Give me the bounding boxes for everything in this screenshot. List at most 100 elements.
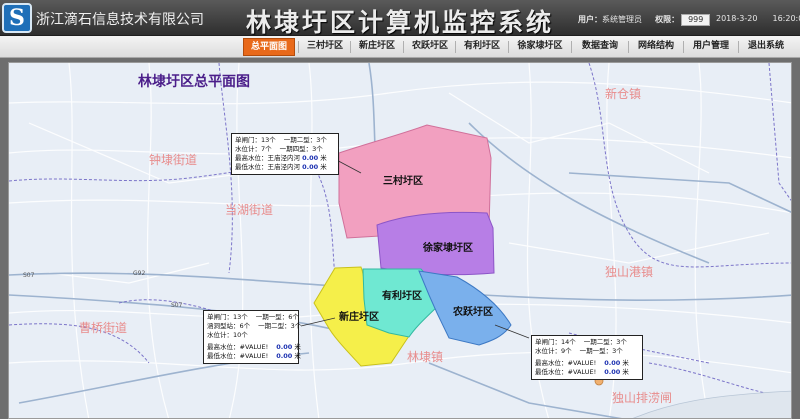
road-s07: S07 (23, 272, 35, 279)
info-row: 最高水位：#VALUE! 0.00 米 (207, 343, 301, 352)
place-dushangang: 独山港镇 (605, 265, 654, 279)
nav-divider (455, 41, 456, 53)
info-box-xinzhuang: 单闸门：13个 一期一型：6个 涵洞型站：6个 一期二型：3个 水位计：10个 最高… (203, 310, 301, 364)
min-level-error: #VALUE! (567, 368, 597, 376)
min-level-label: 最低水位： (207, 352, 240, 360)
nav-sancun[interactable]: 三村圩区 (303, 38, 347, 56)
info-row: 水位计：7个 一期四型：3个 (235, 145, 335, 154)
nav-overview[interactable]: 总平面图 (243, 38, 295, 56)
place-caoqiao: 曹桥街道 (79, 321, 128, 335)
date-text: 2018-3-20 (716, 14, 758, 23)
map-title: 林埭圩区总平面图 (138, 74, 250, 90)
nav-divider (683, 41, 684, 53)
map-panel: 林埭圩区总平面图 新仓镇 钟埭街道 当湖街道 独山港镇 曹桥街道 林埭镇 独山排… (8, 62, 792, 419)
nav-divider (298, 41, 299, 53)
nav-divider (738, 41, 739, 53)
nav-divider (508, 41, 509, 53)
max-level-error: #VALUE! (567, 359, 597, 367)
info-row: 单闸门：14个 一期二型：3个 (535, 338, 639, 347)
nav-nongyue[interactable]: 农跃圩区 (408, 38, 452, 56)
user-label: 用户： (578, 15, 602, 24)
unit: 米 (622, 368, 629, 376)
max-level-value: 0.00 (604, 359, 621, 367)
unit: 米 (294, 343, 301, 351)
nav-logout[interactable]: 退出系统 (742, 38, 790, 56)
info-row: 最低水位：#VALUE! 0.00 米 (207, 352, 301, 361)
app-header: S 浙江滴石信息技术有限公司 林埭圩区计算机监控系统 用户：系统管理员 权限： 9… (0, 0, 800, 37)
unit: 米 (622, 359, 629, 367)
nav-user-admin[interactable]: 用户管理 (687, 38, 735, 56)
system-title: 林埭圩区计算机监控系统 (246, 8, 555, 37)
max-level-label: 最高水位： (535, 359, 568, 367)
nav-data-query[interactable]: 数据查询 (575, 38, 625, 56)
max-level-label: 最高水位： (207, 343, 240, 351)
place-xincang: 新仓镇 (605, 87, 642, 101)
min-level-site: 王庙泾内河 (267, 163, 301, 171)
company-name: 浙江滴石信息技术有限公司 (36, 12, 204, 28)
info-row: 最高水位：王庙泾内河 0.00 米 (235, 154, 335, 163)
gauge-count: 水位计：9个 (535, 347, 572, 355)
permission-value: 999 (681, 14, 711, 26)
info-row: 水位计：9个 一期一型：3个 (535, 347, 639, 356)
info-row: 最低水位：#VALUE! 0.00 米 (535, 368, 639, 377)
nav-youli[interactable]: 有利圩区 (460, 38, 504, 56)
nav-xinzhuang[interactable]: 新庄圩区 (355, 38, 399, 56)
zone-label-xujiadai: 徐家埭圩区 (423, 243, 473, 254)
min-level-label: 最低水位： (235, 163, 268, 171)
nav-xujiadai[interactable]: 徐家埭圩区 (512, 38, 568, 56)
gate-count: 单闸门：13个 (235, 136, 276, 144)
gate-count: 单闸门：14个 (535, 338, 576, 346)
info-row: 涵洞型站：6个 一期二型：3个 (207, 322, 301, 331)
road-g92: G92 (133, 270, 146, 277)
type-count: 一期二型：3个 (258, 322, 302, 330)
unit: 米 (294, 352, 301, 360)
permission-label: 权限： (655, 15, 680, 24)
time-text: 16:20:02 (772, 14, 800, 23)
type-count: 一期一型：3个 (579, 347, 623, 355)
min-level-value: 0.00 (604, 368, 621, 376)
max-level-label: 最高水位： (235, 154, 268, 162)
info-box-nongyue: 单闸门：14个 一期二型：3个 水位计：9个 一期一型：3个 最高水位：#VALUE… (531, 335, 643, 380)
place-zhongdai: 钟埭街道 (149, 153, 198, 167)
zone-label-sancun: 三村圩区 (383, 176, 423, 187)
type-count: 一期二型：3个 (583, 338, 627, 346)
type-count: 一期一型：6个 (255, 313, 299, 321)
datetime: 2018-3-20 16:20:02 (716, 14, 800, 23)
info-row: 水位计：10个 (207, 331, 295, 340)
nav-divider (571, 41, 572, 53)
company-logo: S (2, 3, 32, 33)
map-canvas (9, 63, 791, 418)
min-level-label: 最低水位： (535, 368, 568, 376)
max-level-error: #VALUE! (239, 343, 269, 351)
zone-label-xinzhuang: 新庄圩区 (339, 312, 379, 323)
zone-label-youli: 有利圩区 (382, 291, 422, 302)
main-nav: 总平面图 三村圩区 新庄圩区 农跃圩区 有利圩区 徐家埭圩区 数据查询 网络结构… (0, 36, 800, 58)
min-level-value: 0.00 (276, 352, 293, 360)
type-count: 一期二型：3个 (283, 136, 327, 144)
info-row: 单闸门：13个 一期一型：6个 (207, 313, 299, 322)
info-row: 最高水位：#VALUE! 0.00 米 (535, 359, 639, 368)
max-level-value: 0.00 (276, 343, 293, 351)
place-danghu: 当湖街道 (225, 203, 274, 217)
min-level-value: 0.00 (302, 163, 319, 171)
nav-divider (628, 41, 629, 53)
info-row: 单闸门：13个 一期二型：3个 (235, 136, 335, 145)
unit: 米 (320, 163, 327, 171)
info-row: 最低水位：王庙泾内河 0.00 米 (235, 163, 335, 172)
culvert-count: 涵洞型站：6个 (207, 322, 251, 330)
info-box-sancun: 单闸门：13个 一期二型：3个 水位计：7个 一期四型：3个 最高水位：王庙泾内河 … (231, 133, 339, 175)
user-info: 用户：系统管理员 权限： 999 (578, 14, 711, 26)
gate-count: 单闸门：13个 (207, 313, 248, 321)
place-lindai: 林埭镇 (407, 350, 444, 364)
max-level-value: 0.00 (302, 154, 319, 162)
user-name: 系统管理员 (602, 15, 642, 24)
gauge-count: 水位计：10个 (207, 331, 248, 339)
gauge-count: 水位计：7个 (235, 145, 272, 153)
zone-label-nongyue: 农跃圩区 (453, 307, 493, 318)
unit: 米 (320, 154, 327, 162)
min-level-error: #VALUE! (239, 352, 269, 360)
max-level-site: 王庙泾内河 (267, 154, 301, 162)
nav-divider (403, 41, 404, 53)
nav-divider (350, 41, 351, 53)
nav-network[interactable]: 网络结构 (632, 38, 680, 56)
